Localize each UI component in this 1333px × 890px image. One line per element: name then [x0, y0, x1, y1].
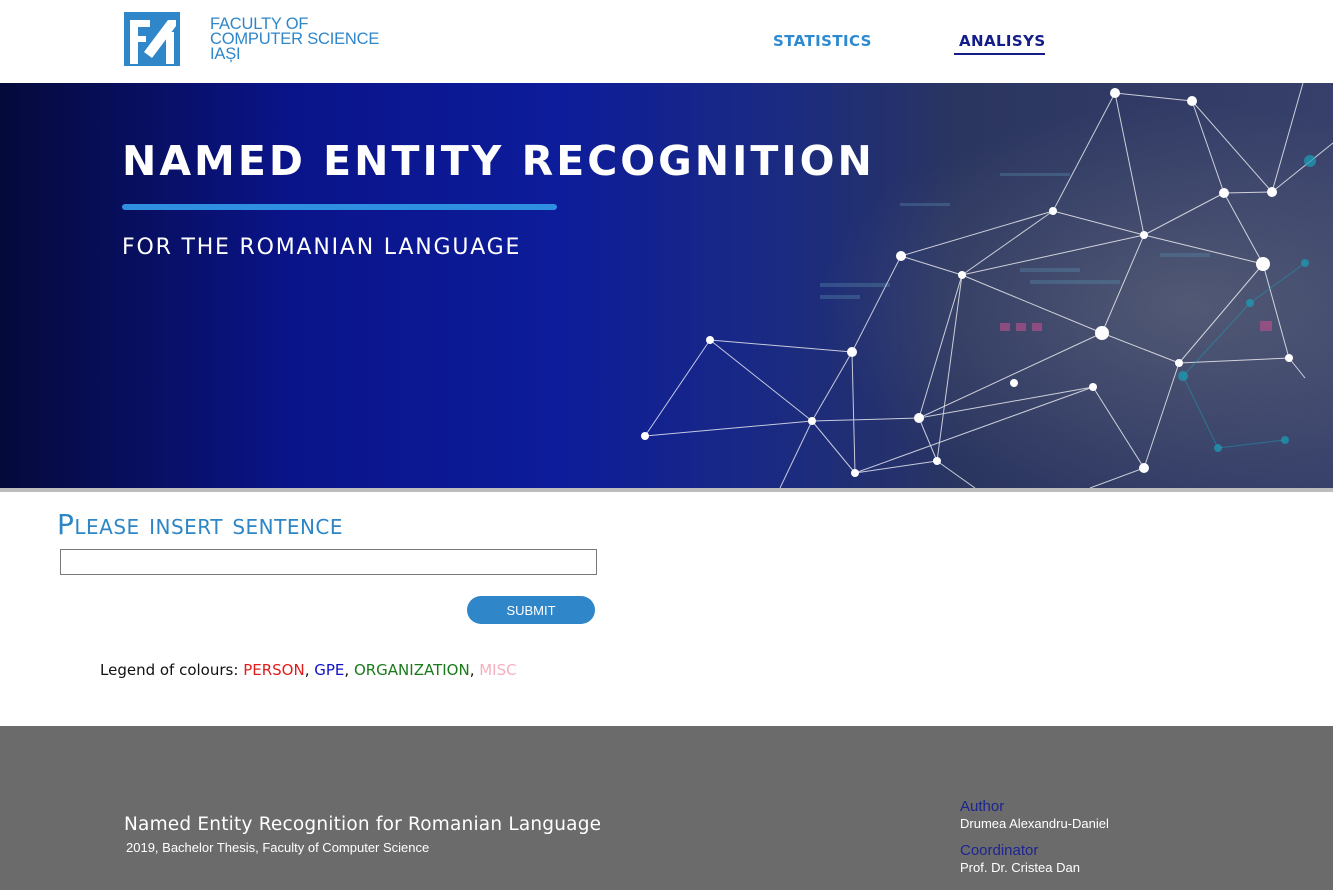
- form-heading: Please insert sentence: [57, 508, 344, 541]
- faculty-name-line-3: IAȘI: [210, 45, 241, 63]
- coordinator-label: Coordinator: [960, 842, 1039, 859]
- hero-divider: [0, 488, 1333, 492]
- legend-separator: ,: [469, 661, 480, 679]
- hero-subtitle: FOR THE ROMANIAN LANGUAGE: [122, 235, 522, 260]
- site-header: FACULTY OF COMPUTER SCIENCE IAȘI STATIST…: [0, 0, 1333, 83]
- author-label: Author: [960, 798, 1005, 815]
- coordinator-name: Prof. Dr. Cristea Dan: [960, 860, 1080, 875]
- legend-separator: ,: [344, 661, 354, 679]
- sentence-input[interactable]: [60, 549, 597, 575]
- author-name: Drumea Alexandru-Daniel: [960, 816, 1109, 831]
- hero-title: NAMED ENTITY RECOGNITION: [122, 137, 875, 185]
- submit-button[interactable]: SUBMIT: [467, 596, 595, 624]
- footer-subtitle: 2019, Bachelor Thesis, Faculty of Comput…: [126, 840, 430, 855]
- legend-gpe: GPE: [314, 661, 345, 679]
- legend-person: PERSON: [243, 661, 305, 679]
- site-footer: Named Entity Recognition for Romanian La…: [0, 726, 1333, 890]
- hero-banner: NAMED ENTITY RECOGNITION FOR THE ROMANIA…: [0, 83, 1333, 488]
- legend-label: Legend of colours:: [100, 661, 244, 679]
- nav-analysis-link[interactable]: ANALISYS: [959, 32, 1046, 50]
- faculty-logo-icon[interactable]: [124, 12, 180, 66]
- legend-misc: MISC: [479, 661, 517, 679]
- hero-accent-bar: [122, 204, 557, 210]
- footer-title: Named Entity Recognition for Romanian La…: [124, 814, 602, 835]
- active-nav-underline: [954, 53, 1045, 55]
- legend-separator: ,: [304, 661, 315, 679]
- colour-legend: Legend of colours: PERSON, GPE, ORGANIZA…: [100, 661, 517, 679]
- legend-organization: ORGANIZATION: [353, 661, 470, 679]
- faculty-name: FACULTY OF COMPUTER SCIENCE IAȘI: [210, 16, 379, 63]
- nav-statistics-link[interactable]: STATISTICS: [773, 32, 872, 50]
